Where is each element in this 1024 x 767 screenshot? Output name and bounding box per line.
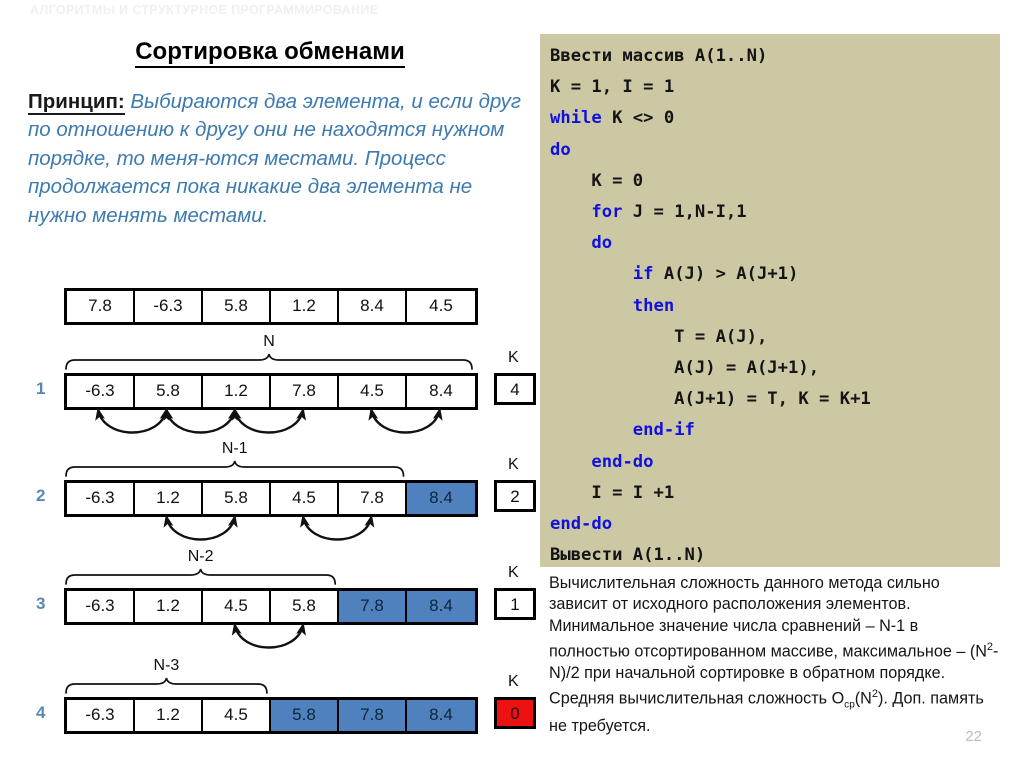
complexity-note: Вычислительная сложность данного метода … [549, 574, 999, 736]
k-value-box: 0 [494, 697, 536, 729]
array-cell: -6.3 [67, 483, 135, 514]
pass-number: 4 [36, 703, 46, 722]
pass-number: 2 [36, 486, 46, 505]
array-cell: 4.5 [339, 376, 407, 407]
array-cell: 5.8 [271, 700, 339, 731]
array-cells: -6.3 1.2 5.8 4.5 7.8 8.4 [64, 480, 478, 517]
array-cell: 7.8 [339, 591, 407, 622]
k-label: K [508, 673, 519, 690]
array-cell: 8.4 [407, 483, 475, 514]
k-value-box: 4 [494, 373, 536, 405]
array-row: -6.3 1.2 4.5 5.8 7.8 8.4 [64, 588, 478, 625]
array-cell: 8.4 [407, 700, 475, 731]
array-cell: 5.8 [135, 376, 203, 407]
array-cell: 1.2 [203, 376, 271, 407]
array-cell: 1.2 [135, 700, 203, 731]
slide: АЛГОРИТМЫ И СТРУКТУРНОЕ ПРОГРАММИРОВАНИЕ… [0, 0, 1024, 767]
array-cell: 5.8 [203, 483, 271, 514]
array-cell: 5.8 [203, 291, 271, 322]
array-row: 7.8 -6.3 5.8 1.2 8.4 4.5 [64, 288, 478, 325]
array-cell: 1.2 [271, 291, 339, 322]
array-cell: 4.5 [407, 291, 475, 322]
array-cells: -6.3 1.2 4.5 5.8 7.8 8.4 [64, 588, 478, 625]
page-number: 22 [965, 728, 982, 745]
array-cell: -6.3 [67, 591, 135, 622]
k-value-box: 2 [494, 480, 536, 512]
span-label: N-1 [221, 440, 248, 457]
array-cell: 7.8 [339, 483, 407, 514]
array-cells: 7.8 -6.3 5.8 1.2 8.4 4.5 [64, 288, 478, 325]
array-cells: -6.3 5.8 1.2 7.8 4.5 8.4 [64, 373, 478, 410]
k-label: K [508, 456, 519, 473]
page-title: Сортировка обменами [0, 38, 540, 68]
array-cell: 7.8 [271, 376, 339, 407]
array-cell: 7.8 [339, 700, 407, 731]
array-cells: -6.3 1.2 4.5 5.8 7.8 8.4 [64, 697, 478, 734]
span-label: N [263, 333, 275, 350]
pseudocode-text: Ввести массив A(1..N) K = 1, I = 1 while… [550, 46, 871, 566]
span-label: N-3 [153, 657, 180, 674]
array-cell: 8.4 [407, 376, 475, 407]
k-value-box: 1 [494, 588, 536, 620]
principle-paragraph: Принцип: Выбираются два элемента, и если… [28, 88, 528, 230]
pass-number: 3 [36, 594, 46, 613]
pass-number: 1 [36, 379, 46, 398]
pseudocode-panel: Ввести массив A(1..N) K = 1, I = 1 while… [540, 34, 1000, 567]
array-cell: 4.5 [271, 483, 339, 514]
array-cell: 5.8 [271, 591, 339, 622]
array-row: -6.3 5.8 1.2 7.8 4.5 8.4 [64, 373, 478, 410]
array-cell: 8.4 [407, 591, 475, 622]
page-title-text: Сортировка обменами [135, 38, 405, 68]
array-cell: 8.4 [339, 291, 407, 322]
array-cell: 4.5 [203, 591, 271, 622]
array-cell: -6.3 [67, 376, 135, 407]
array-cell: 1.2 [135, 591, 203, 622]
array-row: -6.3 1.2 5.8 4.5 7.8 8.4 [64, 480, 478, 517]
principle-label: Принцип: [28, 90, 125, 115]
k-label: K [508, 564, 519, 581]
span-label: N-2 [187, 548, 214, 565]
slide-kicker: АЛГОРИТМЫ И СТРУКТУРНОЕ ПРОГРАММИРОВАНИЕ [30, 3, 379, 17]
k-label: K [508, 349, 519, 366]
array-cell: -6.3 [135, 291, 203, 322]
array-cell: 1.2 [135, 483, 203, 514]
array-cell: 7.8 [67, 291, 135, 322]
array-cell: -6.3 [67, 700, 135, 731]
array-row: -6.3 1.2 4.5 5.8 7.8 8.4 [64, 697, 478, 734]
array-cell: 4.5 [203, 700, 271, 731]
